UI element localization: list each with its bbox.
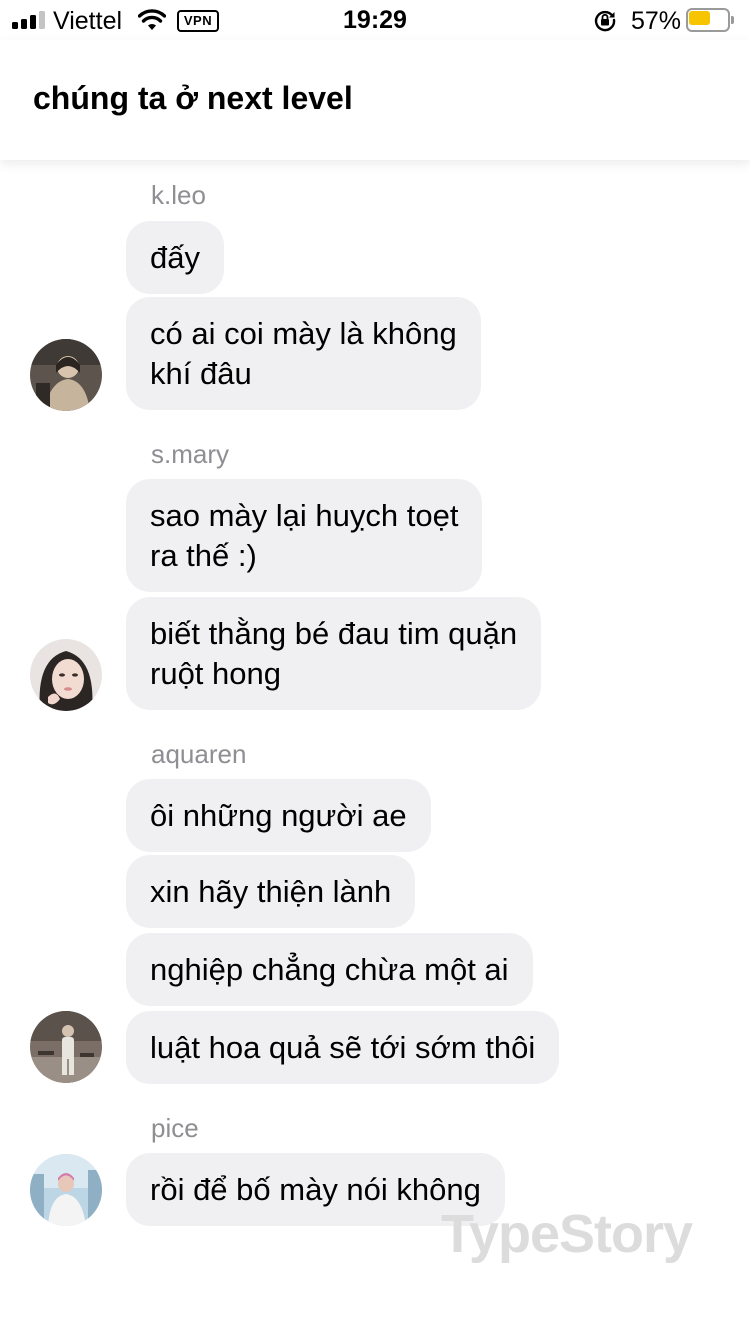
sender-name-kleo: k.leo <box>151 180 206 210</box>
sender-name-pice: pice <box>151 1113 199 1143</box>
battery-percentage: 57% <box>631 7 682 35</box>
status-bar: Viettel VPN 19:29 57% <box>0 0 750 40</box>
message-bubble[interactable]: ôi những người ae <box>126 779 431 852</box>
avatar-smary[interactable] <box>30 639 102 711</box>
message-bubble[interactable]: nghiệp chẳng chừa một ai <box>126 933 533 1006</box>
sender-name-aquaren: aquaren <box>151 739 247 769</box>
message-bubble[interactable]: xin hãy thiện lành <box>126 855 416 928</box>
chat-header: chúng ta ở next level <box>0 40 750 160</box>
message-bubble[interactable]: sao mày lại huỵch toẹt ra thế :) <box>126 479 483 592</box>
rotation-lock-icon <box>594 10 616 32</box>
battery-icon <box>686 8 734 32</box>
typestory-watermark: TypeStory <box>441 1204 693 1264</box>
message-bubble[interactable]: có ai coi mày là không khí đâu <box>126 297 481 410</box>
avatar-kleo[interactable] <box>30 339 102 411</box>
chat-title[interactable]: chúng ta ở next level <box>33 80 353 117</box>
message-bubble[interactable]: biết thằng bé đau tim quặn ruột hong <box>126 597 542 710</box>
sender-name-smary: s.mary <box>151 439 229 469</box>
message-bubble[interactable]: đấy <box>126 221 224 294</box>
battery-level-fill <box>689 11 710 25</box>
avatar-pice[interactable] <box>30 1154 102 1226</box>
avatar-aquaren[interactable] <box>30 1011 102 1083</box>
message-bubble[interactable]: luật hoa quả sẽ tới sớm thôi <box>126 1011 560 1084</box>
